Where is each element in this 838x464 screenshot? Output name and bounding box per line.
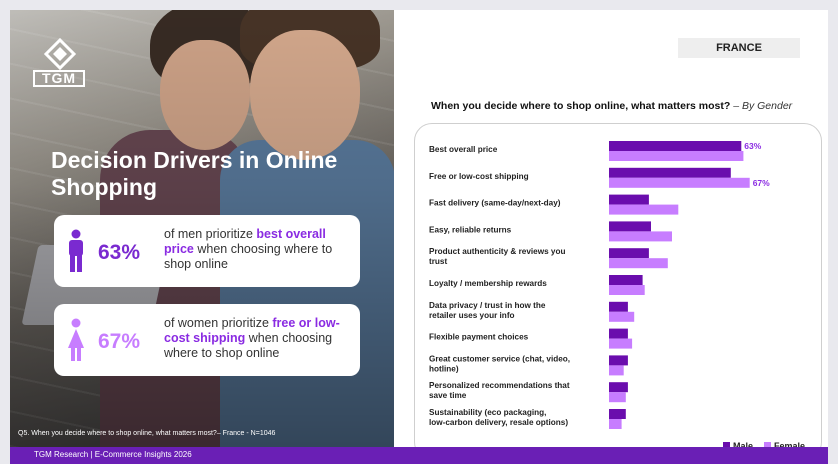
category-label: Product authenticity & reviews you trust — [429, 247, 566, 266]
men-stat-card: 63% of men prioritize best overall price… — [54, 215, 360, 287]
category-label: Free or low-cost shipping — [429, 172, 529, 181]
page-title: Decision Drivers in Online Shopping — [51, 147, 338, 200]
category-label: Sustainability (eco packaging, low-carbon… — [429, 408, 568, 427]
value-label: 67% — [753, 178, 770, 188]
category-label: Best overall price — [429, 145, 498, 154]
footer-bar: TGM Research | E-Commerce Insights 2026 — [10, 447, 828, 464]
bar-male — [609, 355, 628, 366]
bar-male — [609, 167, 731, 178]
bar-male — [609, 275, 643, 285]
bar-chart: Best overall price 63% Free or low-cost sh… — [429, 141, 805, 451]
chart-title: When you decide where to shop online, wh… — [431, 100, 793, 112]
category-label: Data privacy / trust in how the retailer … — [429, 301, 546, 320]
women-stat-percent: 67% — [98, 330, 141, 353]
bar-female — [609, 204, 679, 215]
bar-male — [609, 141, 742, 151]
bar-female — [609, 338, 633, 349]
bar-male — [609, 382, 628, 393]
bar-male — [609, 328, 628, 339]
category-label: Flexible payment choices — [429, 333, 529, 342]
bar-female — [609, 365, 624, 376]
bar-female — [609, 285, 645, 295]
country-badge: FRANCE — [678, 38, 800, 58]
bar-male — [609, 301, 628, 312]
bar-female — [609, 231, 672, 242]
men-stat-percent: 63% — [98, 241, 141, 264]
category-label: Loyalty / membership rewards — [429, 279, 547, 288]
category-label: Easy, reliable returns — [429, 225, 512, 234]
footer-text: TGM Research | E-Commerce Insights 2026 — [34, 450, 192, 459]
bar-female — [609, 177, 750, 188]
bar-male — [609, 248, 649, 259]
footnote: Q5. When you decide where to shop online… — [18, 430, 276, 437]
category-label: Fast delivery (same-day/next-day) — [429, 199, 561, 208]
bar-female — [609, 151, 744, 161]
bar-female — [609, 311, 635, 322]
category-label: Personalized recommendations that save ti… — [429, 381, 570, 400]
value-label: 63% — [744, 141, 761, 151]
bar-female — [609, 392, 626, 403]
bar-female — [609, 419, 622, 429]
bar-male — [609, 409, 626, 419]
female-figure-icon — [68, 318, 84, 361]
logo-text: TGM — [33, 70, 85, 87]
women-stat-card: 67% of women prioritize free or low-cost… — [54, 304, 360, 376]
bar-male — [609, 194, 649, 205]
bar-female — [609, 258, 668, 269]
men-stat-text: of men prioritize best overall price whe… — [164, 227, 333, 271]
hero-photo: TGM Decision Drivers in Online Shopping … — [10, 10, 394, 447]
women-stat-text: of women prioritize free or low-cost shi… — [164, 316, 340, 360]
chart-container: Best overall price 63% Free or low-cost sh… — [414, 123, 822, 460]
male-figure-icon — [69, 229, 83, 272]
slide: TGM Decision Drivers in Online Shopping … — [10, 10, 828, 464]
category-label: Great customer service (chat, video, hotl… — [429, 354, 570, 373]
bar-male — [609, 221, 651, 232]
